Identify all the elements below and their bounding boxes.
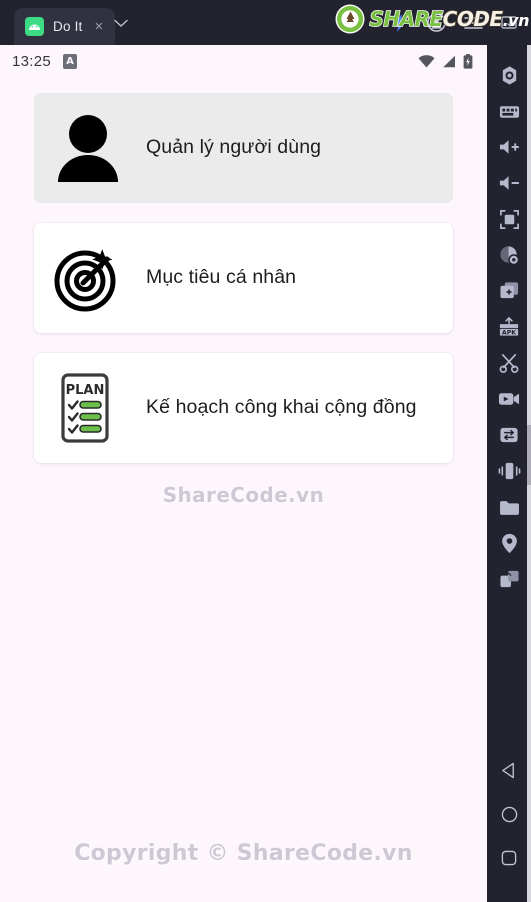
svg-text:PLAN: PLAN [66,383,105,398]
watermark-middle: ShareCode.vn [162,483,325,507]
file-transfer-icon[interactable] [489,417,529,453]
battery-charging-icon [463,53,473,69]
footer-copyright: Copyright © ShareCode.vn [74,841,413,866]
card-label: Kế hoạch công khai cộng đồng [146,396,417,419]
status-clock: 13:25 [12,52,52,70]
account-circle-icon[interactable] [427,13,446,32]
settings-gear-icon[interactable] [489,57,529,93]
page-scrollbar-thumb[interactable] [527,425,531,485]
multi-instance-icon[interactable] [489,273,529,309]
android-nav-bar [489,748,529,902]
android-icon [25,17,44,36]
target-icon [52,239,124,317]
folder-icon[interactable] [489,489,529,525]
volume-up-icon[interactable] [489,129,529,165]
phone-screen: 13:25 A Quản lý người dùng Mục tiêu cá n… [0,45,487,902]
lightning-icon[interactable] [391,10,412,33]
scissors-icon[interactable] [489,345,529,381]
android-recents-icon[interactable] [489,836,529,880]
rotate-screen-icon[interactable] [489,561,529,597]
window-tools [391,0,531,45]
card-community-public-plan[interactable]: PLAN Kế hoạch công khai cộng đồng [34,353,453,463]
hamburger-menu-icon[interactable] [464,16,483,30]
screenshot-icon[interactable] [501,15,519,31]
card-user-management[interactable]: Quản lý người dùng [34,93,453,203]
plan-clipboard-icon: PLAN [52,369,124,447]
card-label: Mục tiêu cá nhân [146,266,297,289]
status-app-badge-icon: A [63,53,78,69]
tab-do-it[interactable]: Do It × [14,8,116,45]
window-chrome: Do It × SHARECODE.vn [0,0,531,45]
android-back-icon[interactable] [489,748,529,792]
emulator-window: Do It × SHARECODE.vn 13:25 A Quản lý ngư… [0,0,531,902]
tab-label: Do It [53,19,83,34]
close-icon[interactable]: × [92,17,107,36]
keyboard-mapping-icon[interactable] [489,93,529,129]
card-label: Quản lý người dùng [146,136,322,159]
fullscreen-icon[interactable] [489,201,529,237]
android-home-icon[interactable] [489,792,529,836]
shake-device-icon[interactable] [489,453,529,489]
wifi-icon [418,54,435,68]
page-scrollbar-track[interactable] [527,45,531,902]
notification-dot [405,10,412,18]
person-icon [52,109,124,187]
location-pin-icon[interactable] [489,525,529,561]
status-indicators [418,53,473,69]
screen-record-icon[interactable] [489,237,529,273]
chevron-down-icon[interactable] [114,16,128,31]
card-personal-goals[interactable]: Mục tiêu cá nhân [34,223,453,333]
install-apk-icon[interactable]: APK [489,309,529,345]
sharecode-mark-icon [334,3,366,35]
video-record-icon[interactable] [489,381,529,417]
signal-icon [442,55,456,68]
volume-down-icon[interactable] [489,165,529,201]
svg-text:APK: APK [502,330,516,337]
emulator-sidebar: APK [487,45,531,902]
card-list: Quản lý người dùng Mục tiêu cá nhân PLAN… [0,77,487,507]
android-status-bar: 13:25 A [0,45,487,77]
